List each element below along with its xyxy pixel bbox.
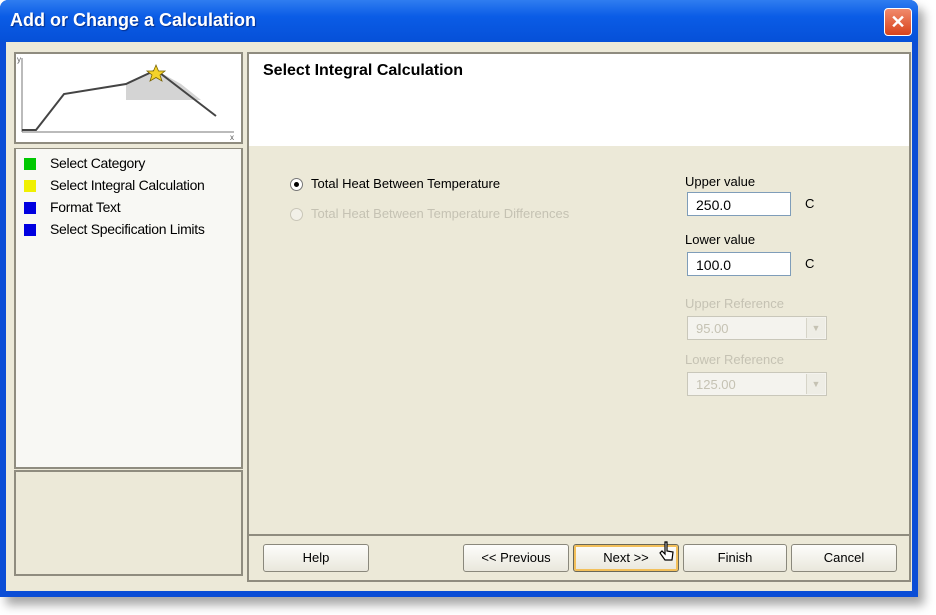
page-title: Select Integral Calculation (263, 62, 464, 79)
upper-value-input[interactable]: 250.0 (687, 192, 791, 216)
dialog-window: Add or Change a Calculation ✕ y x Select… (0, 0, 918, 597)
reference-lower-label: Lower Reference (685, 352, 784, 367)
wizard-steps-list: Select Category Select Integral Calculat… (14, 148, 243, 469)
close-button[interactable]: ✕ (884, 8, 912, 36)
cancel-button[interactable]: Cancel (791, 544, 897, 572)
window-title: Add or Change a Calculation (10, 10, 257, 30)
step-select-specification-limits[interactable]: Select Specification Limits (24, 219, 241, 241)
reference-upper-value: 95.00 (696, 321, 729, 336)
mouse-cursor-icon (659, 541, 674, 561)
finish-button[interactable]: Finish (683, 544, 787, 572)
step-select-category[interactable]: Select Category (24, 153, 241, 175)
button-bar: Help << Previous Next >> Finish Cancel (247, 535, 911, 582)
step-format-text[interactable]: Format Text (24, 197, 241, 219)
step-label: Select Category (50, 155, 146, 171)
step-status-icon (24, 158, 36, 170)
reference-upper-dropdown: 95.00 ▼ (687, 316, 827, 340)
lower-value-label: Lower value (685, 232, 756, 247)
option-heat-differences-label: Total Heat Between Temperature Differenc… (311, 206, 570, 221)
chevron-down-icon: ▼ (806, 374, 825, 394)
chevron-down-icon: ▼ (806, 318, 825, 338)
reference-lower-value: 125.00 (696, 377, 736, 392)
panel-header: Select Integral Calculation (249, 54, 909, 146)
left-info-panel (14, 470, 243, 576)
reference-lower-dropdown: 125.00 ▼ (687, 372, 827, 396)
step-label: Format Text (50, 199, 121, 215)
option-heat-differences-radio (290, 208, 303, 221)
preview-chart: y x (14, 52, 243, 144)
option-total-heat-radio[interactable] (290, 178, 303, 191)
step-label: Select Specification Limits (50, 221, 205, 237)
previous-button[interactable]: << Previous (463, 544, 569, 572)
lower-value-unit: C (805, 256, 815, 271)
y-axis-label: y (17, 55, 21, 64)
step-status-icon (24, 202, 36, 214)
upper-value-unit: C (805, 196, 815, 211)
step-label: Select Integral Calculation (50, 177, 205, 193)
close-icon: ✕ (890, 12, 906, 32)
step-select-integral-calculation[interactable]: Select Integral Calculation (24, 175, 241, 197)
step-status-icon (24, 180, 36, 192)
dialog-client-area: y x Select Category Select Integral Calc… (6, 42, 912, 591)
lower-value-input[interactable]: 100.0 (687, 252, 791, 276)
main-panel: Select Integral Calculation Total Heat B… (247, 52, 911, 536)
help-button[interactable]: Help (263, 544, 369, 572)
step-status-icon (24, 224, 36, 236)
upper-value-label: Upper value (685, 174, 756, 189)
option-total-heat-label[interactable]: Total Heat Between Temperature (311, 176, 500, 191)
title-bar[interactable]: Add or Change a Calculation ✕ (0, 0, 918, 42)
x-axis-label: x (230, 133, 234, 142)
preview-chart-svg: y x (17, 55, 234, 142)
reference-upper-label: Upper Reference (685, 296, 784, 311)
